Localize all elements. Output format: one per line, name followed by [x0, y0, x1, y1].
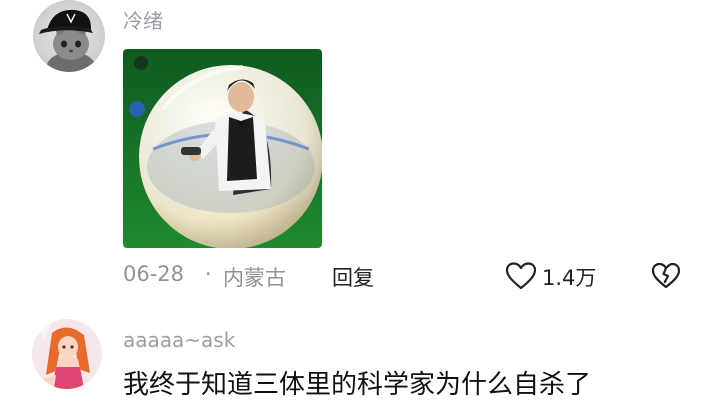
- heart-outline-icon[interactable]: [505, 261, 537, 291]
- like-count: 1.4万: [542, 266, 597, 290]
- comment-date: 06-28: [123, 262, 185, 286]
- comment-item: 冷绪 06-28 · 内蒙古 回复 1.4万: [0, 0, 720, 310]
- username[interactable]: 冷绪: [123, 5, 163, 34]
- username[interactable]: aaaaa~ask: [123, 328, 235, 352]
- avatar[interactable]: [32, 319, 102, 389]
- meta-separator: ·: [205, 262, 212, 286]
- comment-item: aaaaa~ask 我终于知道三体里的科学家为什么自杀了: [0, 312, 720, 405]
- comment-image[interactable]: [123, 49, 322, 248]
- broken-heart-icon[interactable]: [651, 261, 681, 291]
- reply-button[interactable]: 回复: [332, 262, 374, 292]
- comment-location: 内蒙古: [223, 266, 286, 290]
- comment-text: 我终于知道三体里的科学家为什么自杀了: [123, 370, 592, 400]
- avatar[interactable]: [33, 0, 105, 72]
